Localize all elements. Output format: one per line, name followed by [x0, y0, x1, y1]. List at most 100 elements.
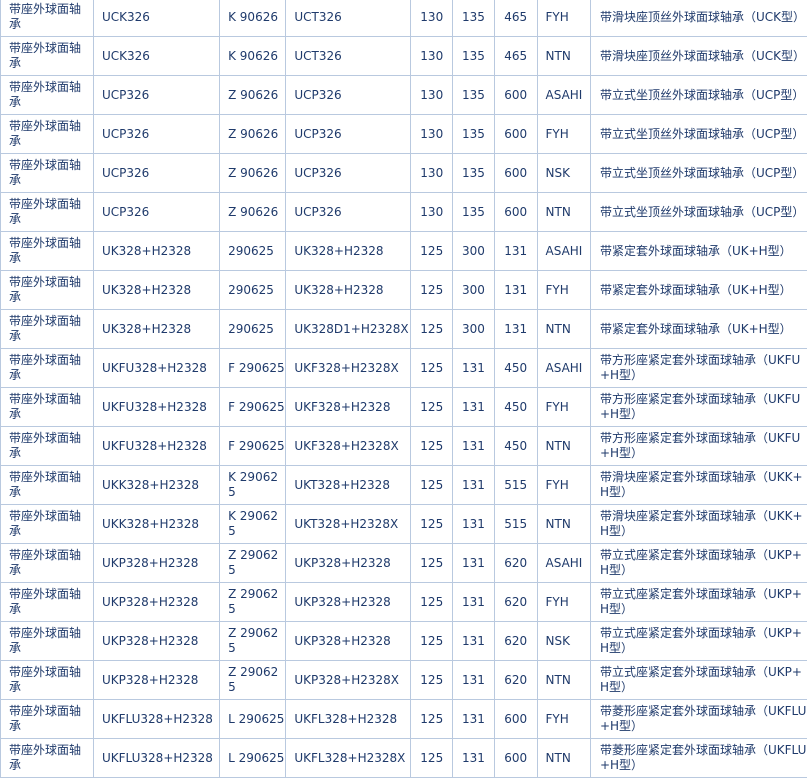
inner-diameter-cell: 130 — [411, 37, 453, 76]
inner-diameter-cell: 125 — [411, 466, 453, 505]
national-code-cell: Z 90626 — [220, 76, 286, 115]
width-cell: 131 — [494, 232, 537, 271]
table-row: 带座外球面轴承UKK328+H2328K 290625UKT328+H23281… — [1, 466, 807, 505]
description-cell: 带立式坐顶丝外球面球轴承（UCP型） — [590, 115, 807, 154]
outer-diameter-cell: 131 — [453, 661, 495, 700]
outer-diameter-cell: 131 — [453, 544, 495, 583]
inner-diameter-cell: 125 — [411, 505, 453, 544]
national-code-cell: Z 290625 — [220, 544, 286, 583]
model-cell: UKP328+H2328 — [93, 622, 219, 661]
brand-cell: FYH — [537, 466, 590, 505]
outer-diameter-cell: 135 — [453, 37, 495, 76]
national-code-cell: Z 290625 — [220, 622, 286, 661]
table-row: 带座外球面轴承UCP326Z 90626UCP326130135600FYH带立… — [1, 115, 807, 154]
bearing-type-cell: 带座外球面轴承 — [1, 466, 94, 505]
bearing-type-cell: 带座外球面轴承 — [1, 0, 94, 37]
model-cell: UK328+H2328 — [93, 232, 219, 271]
brand-cell: ASAHI — [537, 544, 590, 583]
description-cell: 带方形座紧定套外球面球轴承（UKFU+H型） — [590, 349, 807, 388]
inner-diameter-cell: 125 — [411, 388, 453, 427]
description-cell: 带方形座紧定套外球面球轴承（UKFU+H型） — [590, 427, 807, 466]
width-cell: 465 — [494, 0, 537, 37]
housing-model-cell: UKT328+H2328 — [286, 466, 411, 505]
model-cell: UKFLU328+H2328 — [93, 739, 219, 778]
bearing-type-cell: 带座外球面轴承 — [1, 193, 94, 232]
inner-diameter-cell: 130 — [411, 115, 453, 154]
housing-model-cell: UK328+H2328 — [286, 232, 411, 271]
bearing-type-cell: 带座外球面轴承 — [1, 232, 94, 271]
bearing-type-cell: 带座外球面轴承 — [1, 154, 94, 193]
brand-cell: FYH — [537, 115, 590, 154]
housing-model-cell: UKP328+H2328 — [286, 544, 411, 583]
description-cell: 带滑块座紧定套外球面球轴承（UKK+H型） — [590, 466, 807, 505]
bearing-table-body: 带座外球面轴承UCK326K 90626UCT326130135465FYH带滑… — [1, 0, 807, 778]
bearing-type-cell: 带座外球面轴承 — [1, 271, 94, 310]
bearing-type-cell: 带座外球面轴承 — [1, 37, 94, 76]
outer-diameter-cell: 131 — [453, 622, 495, 661]
description-cell: 带方形座紧定套外球面球轴承（UKFU+H型） — [590, 388, 807, 427]
outer-diameter-cell: 131 — [453, 427, 495, 466]
table-row: 带座外球面轴承UKFU328+H2328F 290625UKF328+H2328… — [1, 427, 807, 466]
outer-diameter-cell: 135 — [453, 115, 495, 154]
width-cell: 600 — [494, 700, 537, 739]
housing-model-cell: UKP328+H2328X — [286, 661, 411, 700]
width-cell: 450 — [494, 427, 537, 466]
model-cell: UKFU328+H2328 — [93, 388, 219, 427]
model-cell: UKFU328+H2328 — [93, 349, 219, 388]
width-cell: 515 — [494, 466, 537, 505]
inner-diameter-cell: 125 — [411, 622, 453, 661]
national-code-cell: Z 290625 — [220, 661, 286, 700]
inner-diameter-cell: 125 — [411, 583, 453, 622]
outer-diameter-cell: 131 — [453, 739, 495, 778]
outer-diameter-cell: 135 — [453, 0, 495, 37]
width-cell: 600 — [494, 739, 537, 778]
inner-diameter-cell: 125 — [411, 232, 453, 271]
width-cell: 450 — [494, 349, 537, 388]
bearing-type-cell: 带座外球面轴承 — [1, 661, 94, 700]
housing-model-cell: UK328+H2328 — [286, 271, 411, 310]
outer-diameter-cell: 131 — [453, 349, 495, 388]
outer-diameter-cell: 135 — [453, 193, 495, 232]
model-cell: UCP326 — [93, 76, 219, 115]
width-cell: 515 — [494, 505, 537, 544]
table-row: 带座外球面轴承UKFU328+H2328F 290625UKF328+H2328… — [1, 349, 807, 388]
brand-cell: FYH — [537, 271, 590, 310]
housing-model-cell: UKF328+H2328X — [286, 349, 411, 388]
inner-diameter-cell: 125 — [411, 271, 453, 310]
outer-diameter-cell: 300 — [453, 310, 495, 349]
outer-diameter-cell: 131 — [453, 583, 495, 622]
national-code-cell: F 290625 — [220, 388, 286, 427]
width-cell: 600 — [494, 193, 537, 232]
description-cell: 带立式坐顶丝外球面球轴承（UCP型） — [590, 154, 807, 193]
brand-cell: ASAHI — [537, 76, 590, 115]
table-row: 带座外球面轴承UKK328+H2328K 290625UKT328+H2328X… — [1, 505, 807, 544]
brand-cell: NTN — [537, 739, 590, 778]
outer-diameter-cell: 131 — [453, 505, 495, 544]
description-cell: 带滑块座顶丝外球面球轴承（UCK型） — [590, 0, 807, 37]
inner-diameter-cell: 130 — [411, 193, 453, 232]
model-cell: UCP326 — [93, 115, 219, 154]
width-cell: 450 — [494, 388, 537, 427]
bearing-type-cell: 带座外球面轴承 — [1, 388, 94, 427]
model-cell: UKFLU328+H2328 — [93, 700, 219, 739]
brand-cell: NTN — [537, 661, 590, 700]
national-code-cell: K 90626 — [220, 0, 286, 37]
bearing-type-cell: 带座外球面轴承 — [1, 349, 94, 388]
housing-model-cell: UCP326 — [286, 193, 411, 232]
bearing-type-cell: 带座外球面轴承 — [1, 739, 94, 778]
inner-diameter-cell: 130 — [411, 0, 453, 37]
inner-diameter-cell: 125 — [411, 349, 453, 388]
housing-model-cell: UKFL328+H2328 — [286, 700, 411, 739]
table-row: 带座外球面轴承UKFU328+H2328F 290625UKF328+H2328… — [1, 388, 807, 427]
width-cell: 131 — [494, 310, 537, 349]
width-cell: 620 — [494, 661, 537, 700]
national-code-cell: 290625 — [220, 310, 286, 349]
model-cell: UKFU328+H2328 — [93, 427, 219, 466]
brand-cell: FYH — [537, 388, 590, 427]
width-cell: 600 — [494, 154, 537, 193]
table-row: 带座外球面轴承UKP328+H2328Z 290625UKP328+H23281… — [1, 583, 807, 622]
bearing-type-cell: 带座外球面轴承 — [1, 427, 94, 466]
model-cell: UCP326 — [93, 154, 219, 193]
housing-model-cell: UKT328+H2328X — [286, 505, 411, 544]
brand-cell: NTN — [537, 505, 590, 544]
